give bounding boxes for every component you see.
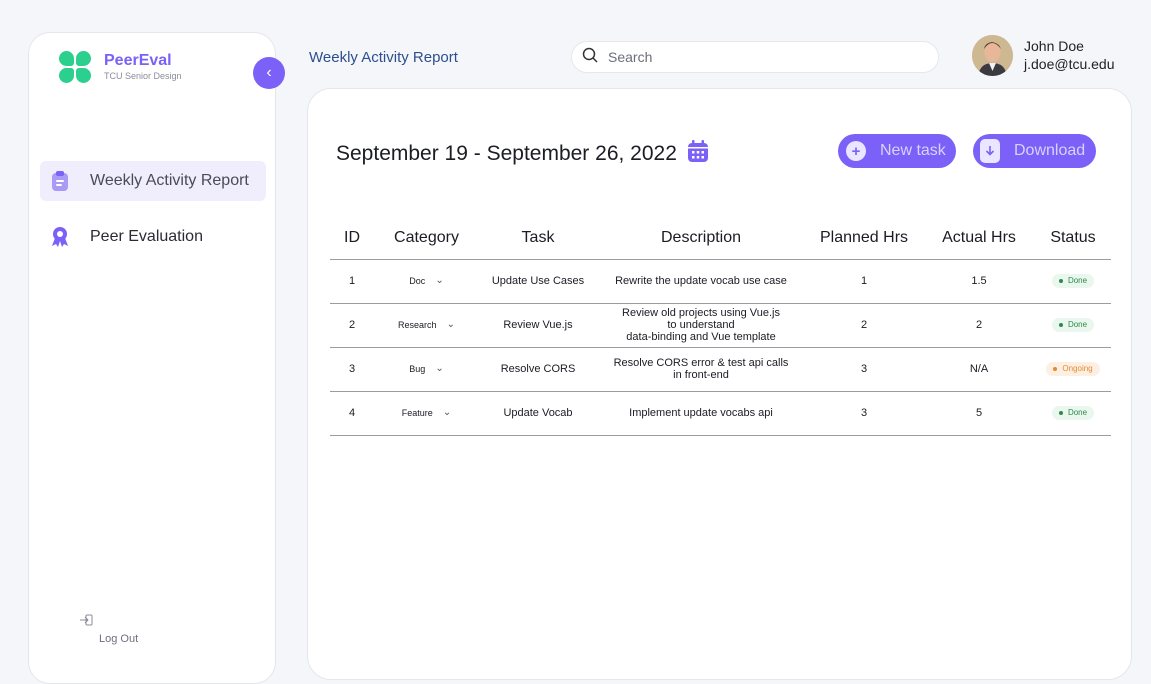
status-badge: Done — [1051, 318, 1095, 332]
category-value: Research — [398, 320, 437, 330]
cell-id: 1 — [330, 259, 374, 304]
sidebar-item-label: Weekly Activity Report — [90, 172, 249, 189]
table-row[interactable]: 2 Research ⌄ Review Vue.js Review old pro… — [330, 303, 1111, 348]
status-badge: Done — [1051, 406, 1095, 420]
avatar[interactable] — [972, 35, 1013, 76]
cell-task: Resolve CORS — [479, 347, 597, 392]
status-badge: Ongoing — [1046, 362, 1100, 376]
download-button[interactable]: Download — [973, 134, 1096, 168]
plus-icon: + — [846, 141, 866, 161]
download-file-icon — [980, 139, 1000, 163]
user-name: John Doe — [1024, 38, 1084, 54]
cell-actual-hrs: 2 — [923, 303, 1035, 348]
brand[interactable]: PeerEval TCU Senior Design — [59, 51, 182, 83]
logout-label: Log Out — [99, 633, 139, 645]
cell-planned-hrs: 2 — [805, 303, 923, 348]
cell-actual-hrs: 5 — [923, 391, 1035, 436]
new-task-button[interactable]: + New task — [838, 134, 956, 168]
status-label: Done — [1067, 276, 1088, 285]
category-value: Feature — [401, 408, 433, 418]
cell-description: Implement update vocabs api — [597, 391, 805, 436]
table-row[interactable]: 3 Bug ⌄ Resolve CORS Resolve CORS error &… — [330, 347, 1111, 392]
chevron-down-icon: ⌄ — [435, 363, 444, 374]
cell-task: Update Vocab — [479, 391, 597, 436]
cell-planned-hrs: 3 — [805, 347, 923, 392]
status-label: Done — [1067, 408, 1088, 417]
cell-task: Review Vue.js — [479, 303, 597, 348]
cell-id: 2 — [330, 303, 374, 348]
logout-icon — [79, 613, 93, 630]
column-header-task[interactable]: Task — [479, 217, 597, 260]
category-select[interactable]: Bug ⌄ — [409, 363, 443, 375]
table-header-row: ID Category Task Description Planned Hrs… — [330, 217, 1111, 260]
cell-planned-hrs: 1 — [805, 259, 923, 304]
category-value: Doc — [409, 276, 426, 286]
cell-planned-hrs: 3 — [805, 391, 923, 436]
search-bar[interactable] — [571, 41, 939, 73]
page-title: Weekly Activity Report — [309, 49, 458, 66]
calendar-icon[interactable] — [687, 139, 709, 169]
brand-name: PeerEval — [104, 52, 172, 69]
cell-actual-hrs: N/A — [923, 347, 1035, 392]
column-header-description[interactable]: Description — [597, 217, 805, 260]
activity-table: ID Category Task Description Planned Hrs… — [330, 217, 1111, 436]
category-select[interactable]: Feature ⌄ — [402, 407, 451, 419]
column-header-category[interactable]: Category — [374, 217, 479, 260]
chevron-down-icon: ⌄ — [435, 275, 444, 286]
cell-task: Update Use Cases — [479, 259, 597, 304]
clipboard-icon — [50, 171, 70, 191]
column-header-planned-hrs[interactable]: Planned Hrs — [805, 217, 923, 260]
brand-subtitle: TCU Senior Design — [104, 71, 182, 81]
cell-description: Resolve CORS error & test api calls in f… — [597, 347, 805, 392]
status-label: Done — [1067, 320, 1088, 329]
column-header-id[interactable]: ID — [330, 217, 374, 260]
column-header-actual-hrs[interactable]: Actual Hrs — [923, 217, 1035, 260]
peereval-logo-icon — [59, 51, 91, 83]
category-select[interactable]: Research ⌄ — [398, 319, 455, 331]
sidebar-item-weekly-activity-report[interactable]: Weekly Activity Report — [40, 161, 266, 201]
user-profile[interactable]: John Doe j.doe@tcu.edu — [972, 35, 1115, 76]
cell-id: 3 — [330, 347, 374, 392]
search-input[interactable] — [608, 49, 908, 65]
date-range: September 19 - September 26, 2022 — [336, 139, 709, 169]
cell-description: Review old projects using Vue.js to unde… — [597, 303, 805, 348]
cell-actual-hrs: 1.5 — [923, 259, 1035, 304]
table-row[interactable]: 4 Feature ⌄ Update Vocab Implement update… — [330, 391, 1111, 436]
cell-description: Rewrite the update vocab use case — [597, 259, 805, 304]
chevron-down-icon: ⌄ — [446, 319, 455, 330]
status-badge: Done — [1051, 274, 1095, 288]
chevron-down-icon: ⌄ — [442, 407, 452, 418]
search-icon — [582, 47, 598, 68]
report-card: September 19 - September 26, 2022 + New … — [307, 88, 1132, 680]
user-email: j.doe@tcu.edu — [1024, 56, 1115, 72]
category-select[interactable]: Doc ⌄ — [409, 275, 443, 287]
sidebar-item-label: Peer Evaluation — [90, 228, 203, 245]
new-task-label: New task — [880, 142, 946, 159]
column-header-status[interactable]: Status — [1035, 217, 1111, 260]
category-value: Bug — [409, 364, 426, 374]
sidebar-item-peer-evaluation[interactable]: Peer Evaluation — [40, 217, 266, 257]
award-icon — [50, 227, 70, 247]
cell-id: 4 — [330, 391, 374, 436]
download-label: Download — [1014, 142, 1086, 159]
status-label: Ongoing — [1062, 364, 1093, 373]
table-row[interactable]: 1 Doc ⌄ Update Use Cases Rewrite the upda… — [330, 259, 1111, 304]
date-range-label: September 19 - September 26, 2022 — [336, 142, 677, 165]
collapse-sidebar-button[interactable]: ‹ — [253, 57, 285, 89]
sidebar: PeerEval TCU Senior Design ‹ Weekly Acti… — [28, 32, 285, 684]
chevron-left-icon: ‹ — [266, 64, 272, 81]
